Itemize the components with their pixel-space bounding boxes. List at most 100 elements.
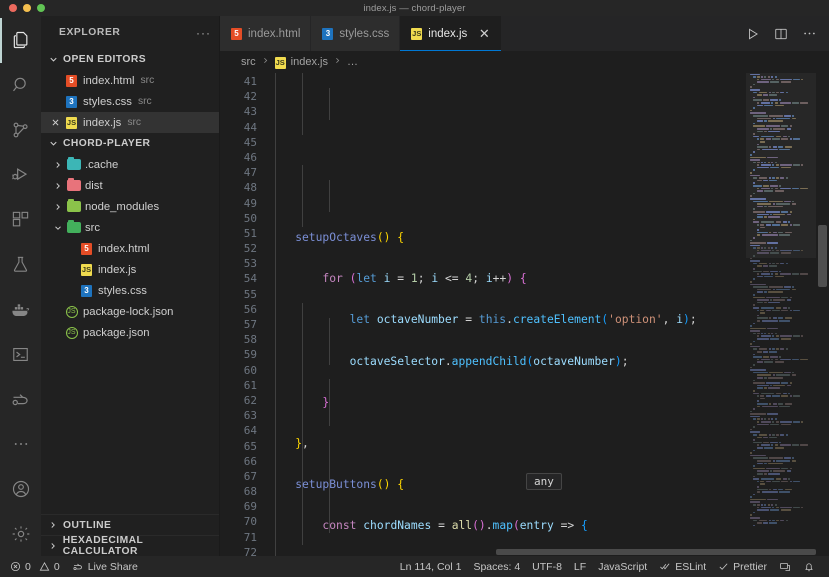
line-number: 60 bbox=[243, 363, 257, 377]
css-file-icon: 3 bbox=[63, 95, 80, 108]
status-problems[interactable]: 0 0 bbox=[8, 556, 66, 577]
code-line: octaveSelector.appendChild(octaveNumber)… bbox=[349, 354, 629, 368]
tree-item-src-index-html[interactable]: 5 index.html bbox=[41, 238, 219, 259]
status-prettier[interactable]: Prettier bbox=[712, 556, 773, 577]
horizontal-scrollbar-thumb[interactable] bbox=[496, 549, 816, 555]
activity-item-accounts[interactable] bbox=[0, 466, 41, 511]
activity-item-terminal[interactable] bbox=[0, 332, 41, 377]
activity-item-more-views[interactable] bbox=[0, 421, 41, 466]
section-hexadecimal-calculator-label: HEXADECIMAL CALCULATOR bbox=[62, 535, 144, 557]
tab-styles-css[interactable]: 3 styles.css bbox=[311, 16, 401, 51]
warning-count: 0 bbox=[53, 560, 60, 573]
horizontal-scrollbar[interactable] bbox=[268, 548, 829, 556]
section-project-root[interactable]: CHORD-PLAYER bbox=[41, 133, 219, 154]
breadcrumb-separator-icon bbox=[333, 56, 342, 68]
line-number: 69 bbox=[243, 500, 257, 514]
tab-label: styles.css bbox=[339, 27, 390, 40]
activity-item-settings[interactable] bbox=[0, 511, 41, 556]
minimize-window-button[interactable] bbox=[23, 4, 31, 12]
open-editor-path: src bbox=[140, 75, 155, 86]
activity-item-search[interactable] bbox=[0, 63, 41, 108]
minimap-line bbox=[746, 524, 816, 527]
breadcrumb-item-symbol[interactable]: … bbox=[347, 56, 358, 68]
chevron-down-icon bbox=[46, 138, 60, 149]
activity-item-extensions[interactable] bbox=[0, 197, 41, 242]
run-debug-icon bbox=[11, 165, 31, 185]
activity-item-docker[interactable] bbox=[0, 287, 41, 332]
status-eol[interactable]: LF bbox=[568, 556, 592, 577]
vertical-scrollbar[interactable] bbox=[816, 73, 829, 556]
tree-item-label: package-lock.json bbox=[83, 305, 174, 318]
maximize-window-button[interactable] bbox=[37, 4, 45, 12]
open-editor-label: index.js bbox=[83, 116, 122, 129]
activity-item-testing[interactable] bbox=[0, 242, 41, 287]
activity-item-live-share[interactable] bbox=[0, 377, 41, 422]
status-eslint[interactable]: ESLint bbox=[653, 556, 712, 577]
status-cursor-position[interactable]: Ln 114, Col 1 bbox=[394, 556, 468, 577]
tree-item-cache[interactable]: .cache bbox=[41, 154, 219, 175]
activity-item-explorer[interactable] bbox=[0, 18, 41, 63]
indent-guide bbox=[329, 88, 330, 120]
close-window-button[interactable] bbox=[9, 4, 17, 12]
line-number: 62 bbox=[243, 393, 257, 407]
status-encoding[interactable]: UTF-8 bbox=[526, 556, 568, 577]
tree-item-package-json[interactable]: JS package.json bbox=[41, 322, 219, 343]
tree-item-src[interactable]: src bbox=[41, 217, 219, 238]
tree-item-src-styles-css[interactable]: 3 styles.css bbox=[41, 280, 219, 301]
account-icon bbox=[11, 479, 31, 499]
open-editor-index-html[interactable]: 5 index.html src bbox=[41, 70, 219, 91]
open-editor-index-js[interactable]: JS index.js src bbox=[41, 112, 219, 133]
line-number: 48 bbox=[243, 181, 257, 195]
status-notifications[interactable] bbox=[797, 556, 821, 577]
live-share-icon bbox=[72, 561, 84, 573]
tree-item-src-index-js[interactable]: JS index.js bbox=[41, 259, 219, 280]
tree-item-label: node_modules bbox=[85, 200, 160, 213]
tab-index-js[interactable]: JS index.js ✕ bbox=[400, 16, 503, 51]
activity-bar bbox=[0, 16, 41, 556]
extensions-icon bbox=[11, 210, 30, 229]
activity-item-run-and-debug[interactable] bbox=[0, 152, 41, 197]
activity-item-source-control[interactable] bbox=[0, 108, 41, 153]
terminal-icon bbox=[11, 345, 30, 364]
status-remote-window[interactable] bbox=[773, 556, 797, 577]
tree-item-dist[interactable]: dist bbox=[41, 175, 219, 196]
chevron-right-icon[interactable] bbox=[51, 202, 65, 212]
run-file-button[interactable] bbox=[746, 27, 760, 41]
breadcrumb-item-src[interactable]: src bbox=[241, 56, 256, 68]
vertical-scrollbar-thumb[interactable] bbox=[818, 225, 827, 287]
status-live-share[interactable]: Live Share bbox=[66, 556, 144, 577]
live-share-icon bbox=[10, 389, 31, 410]
chevron-down-icon[interactable] bbox=[51, 223, 65, 233]
breadcrumb-item-file[interactable]: index.js bbox=[291, 56, 328, 68]
tab-index-html[interactable]: 5 index.html bbox=[220, 16, 312, 51]
open-editor-styles-css[interactable]: 3 styles.css src bbox=[41, 91, 219, 112]
indent-guide bbox=[329, 180, 330, 212]
code-line: const chordNames = all().map(entry => { bbox=[322, 519, 588, 533]
sidebar-more-actions-button[interactable]: ··· bbox=[196, 27, 211, 39]
chevron-right-icon[interactable] bbox=[51, 181, 65, 191]
code-line: for (let i = 1; i <= 4; i++) { bbox=[322, 272, 527, 286]
minimap[interactable] bbox=[746, 73, 816, 556]
more-actions-button[interactable] bbox=[802, 26, 817, 41]
section-open-editors[interactable]: OPEN EDITORS bbox=[41, 49, 219, 70]
section-open-editors-label: OPEN EDITORS bbox=[63, 54, 147, 65]
split-editor-button[interactable] bbox=[774, 27, 788, 41]
status-indentation[interactable]: Spaces: 4 bbox=[467, 556, 526, 577]
close-tab-icon[interactable]: ✕ bbox=[477, 26, 491, 42]
line-number: 65 bbox=[243, 439, 257, 453]
section-hexadecimal-calculator[interactable]: HEXADECIMAL CALCULATOR bbox=[41, 535, 219, 557]
close-editor-icon[interactable] bbox=[48, 118, 63, 127]
code-text[interactable]: setupOctaves() { for (let i = 1; i <= 4;… bbox=[268, 73, 829, 556]
chevron-right-icon[interactable] bbox=[51, 160, 65, 170]
tree-item-node-modules[interactable]: node_modules bbox=[41, 196, 219, 217]
tree-item-package-lock-json[interactable]: JS package-lock.json bbox=[41, 301, 219, 322]
code-viewport[interactable]: 41 42 43 44 45 46 47 48 49 50 51 52 53 5… bbox=[220, 73, 829, 556]
folder-node-icon bbox=[65, 198, 82, 212]
section-outline[interactable]: OUTLINE bbox=[41, 514, 219, 535]
code-line: setupOctaves() { bbox=[268, 231, 405, 244]
ellipsis-icon bbox=[12, 435, 30, 453]
html-file-icon: 5 bbox=[78, 242, 95, 255]
status-language-mode[interactable]: JavaScript bbox=[592, 556, 653, 577]
html-file-icon: 5 bbox=[63, 74, 80, 87]
